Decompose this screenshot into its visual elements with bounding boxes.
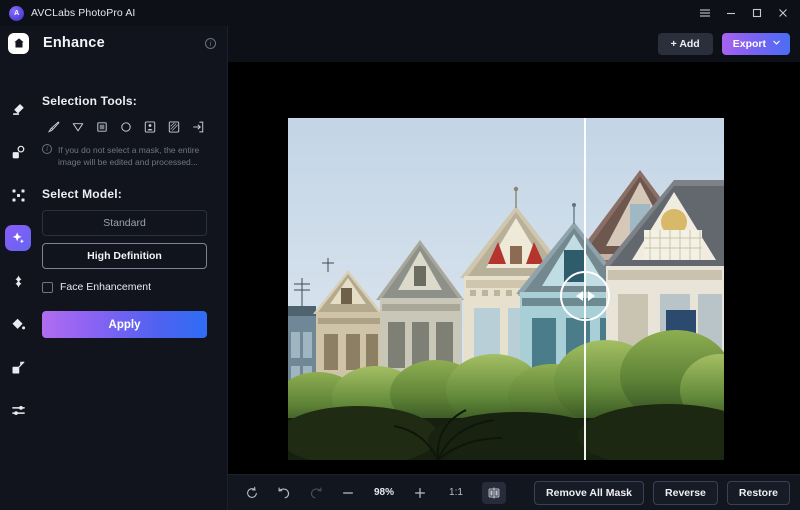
face-enhancement-row[interactable]: Face Enhancement bbox=[42, 281, 228, 293]
image-canvas[interactable] bbox=[228, 62, 800, 474]
tool-lasso-pointer[interactable] bbox=[66, 117, 90, 137]
compare-split-handle[interactable] bbox=[560, 271, 610, 321]
enhance-panel: Selection Tools: i If you do not select … bbox=[36, 66, 228, 510]
window-controls bbox=[692, 1, 800, 25]
mask-hint-text: If you do not select a mask, the entire … bbox=[58, 145, 200, 167]
mask-actions: Remove All Mask Reverse Restore bbox=[534, 480, 800, 505]
reset-circle-icon[interactable] bbox=[236, 481, 268, 505]
tool-select-subject[interactable] bbox=[138, 117, 162, 137]
tool-brush[interactable] bbox=[42, 117, 66, 137]
arrow-left-icon bbox=[575, 291, 583, 301]
info-icon: i bbox=[42, 144, 52, 154]
main-header: + Add Export bbox=[228, 26, 800, 62]
reverse-button[interactable]: Reverse bbox=[653, 480, 718, 505]
rail-item-remove-object[interactable] bbox=[5, 139, 31, 165]
app-logo-icon: A bbox=[9, 5, 24, 21]
rail-item-background[interactable] bbox=[5, 182, 31, 208]
sidebar: Enhance i Selection Tools: i If you do n… bbox=[0, 26, 228, 510]
bottom-toolbar: 98% 1:1 Remove All Mask Reverse Restore bbox=[228, 474, 800, 510]
selection-tools-label: Selection Tools: bbox=[42, 94, 137, 108]
arrow-right-icon bbox=[587, 291, 595, 301]
redo-icon[interactable] bbox=[300, 481, 332, 505]
tool-rectangle[interactable] bbox=[90, 117, 114, 137]
selection-tools-row bbox=[42, 117, 228, 137]
photo-container bbox=[288, 118, 724, 460]
info-icon-glyph: i bbox=[205, 37, 216, 49]
close-icon[interactable] bbox=[770, 1, 796, 25]
face-enhancement-checkbox[interactable] bbox=[42, 281, 53, 293]
model-high-definition-button[interactable]: High Definition bbox=[42, 243, 207, 269]
rail-item-retouch[interactable] bbox=[5, 268, 31, 294]
app-title: AVCLabs PhotoPro AI bbox=[31, 7, 136, 19]
rail-item-eraser[interactable] bbox=[5, 96, 31, 122]
mask-hint: i If you do not select a mask, the entir… bbox=[42, 144, 218, 168]
info-icon[interactable]: i bbox=[205, 37, 216, 49]
zoom-level-label: 98% bbox=[373, 487, 394, 498]
undo-icon[interactable] bbox=[268, 481, 300, 505]
add-button[interactable]: + Add bbox=[657, 33, 713, 55]
main-area: + Add Export 98% 1:1 Remove All Mask Rev… bbox=[228, 26, 800, 510]
actual-size-button[interactable]: 1:1 bbox=[436, 481, 476, 505]
face-enhancement-label: Face Enhancement bbox=[60, 281, 152, 293]
tool-select-sky[interactable] bbox=[162, 117, 186, 137]
model-standard-button[interactable]: Standard bbox=[42, 210, 207, 236]
split-compare-icon[interactable] bbox=[482, 481, 506, 504]
page-title: Enhance bbox=[43, 35, 105, 51]
select-model-label: Select Model: bbox=[42, 187, 122, 201]
maximize-icon[interactable] bbox=[744, 1, 770, 25]
remove-all-mask-button[interactable]: Remove All Mask bbox=[534, 480, 645, 505]
rail-item-enhance[interactable] bbox=[5, 225, 31, 251]
minimize-icon[interactable] bbox=[718, 1, 744, 25]
zoom-level[interactable]: 98% bbox=[364, 481, 404, 505]
zoom-in-button[interactable] bbox=[404, 481, 436, 505]
apply-button[interactable]: Apply bbox=[42, 311, 207, 338]
sidebar-header: Enhance i bbox=[0, 26, 228, 60]
tool-import-mask[interactable] bbox=[186, 117, 210, 137]
app-brand: A AVCLabs PhotoPro AI bbox=[0, 5, 136, 21]
restore-button[interactable]: Restore bbox=[726, 480, 790, 505]
chevron-down-icon bbox=[772, 38, 781, 50]
photo-painted-ladies bbox=[288, 118, 724, 460]
actual-size-label: 1:1 bbox=[449, 487, 463, 498]
export-button-label: Export bbox=[732, 38, 766, 50]
export-button[interactable]: Export bbox=[721, 33, 790, 55]
app-window: A AVCLabs PhotoPro AI Enhance i Selectio… bbox=[0, 0, 800, 510]
home-icon[interactable] bbox=[8, 32, 29, 54]
rail-item-adjust[interactable] bbox=[5, 397, 31, 423]
title-bar: A AVCLabs PhotoPro AI bbox=[0, 0, 800, 26]
tool-ellipse[interactable] bbox=[114, 117, 138, 137]
tool-rail bbox=[0, 66, 36, 510]
zoom-out-button[interactable] bbox=[332, 481, 364, 505]
zoom-tools: 98% 1:1 bbox=[228, 481, 506, 505]
rail-item-colorize[interactable] bbox=[5, 311, 31, 337]
rail-item-resize[interactable] bbox=[5, 354, 31, 380]
hamburger-icon[interactable] bbox=[692, 1, 718, 25]
